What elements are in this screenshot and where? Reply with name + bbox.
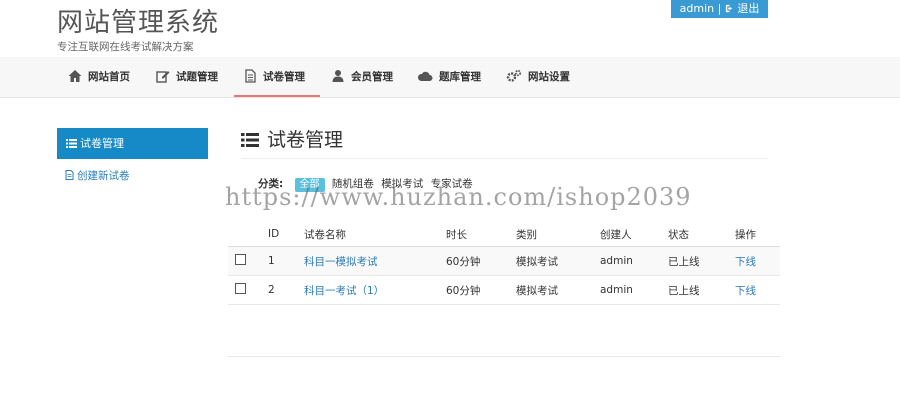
- paper-name-link[interactable]: 科目一模拟考试: [304, 256, 378, 268]
- nav-label: 会员管理: [351, 71, 393, 83]
- nav-label: 试题管理: [176, 71, 218, 83]
- col-type: 类别: [516, 222, 600, 247]
- site-subtitle: 专注互联网在线考试解决方案: [57, 41, 194, 53]
- row-checkbox[interactable]: [235, 254, 246, 265]
- papers-table: ID 试卷名称 时长 类别 创建人 状态 操作 1 科目一模拟考试 60分钟 模…: [228, 222, 780, 305]
- cell-duration: 60分钟: [446, 246, 516, 276]
- create-paper-link[interactable]: 创建新试卷: [65, 168, 130, 183]
- user-icon: [332, 70, 344, 82]
- cell-id: 1: [268, 246, 304, 276]
- nav-item-papers[interactable]: 试卷管理: [234, 57, 320, 97]
- list-icon: [241, 133, 259, 147]
- separator: |: [717, 2, 722, 15]
- logout-icon: [725, 4, 733, 13]
- divider: [228, 356, 780, 357]
- cell-duration: 60分钟: [446, 275, 516, 305]
- cell-type: 模拟考试: [516, 275, 600, 305]
- col-name: 试卷名称: [304, 222, 446, 247]
- sidebar-label: 试卷管理: [80, 137, 124, 150]
- col-creator: 创建人: [600, 222, 668, 247]
- table-header: ID 试卷名称 时长 类别 创建人 状态 操作: [228, 222, 780, 247]
- cell-status: 已上线: [668, 275, 735, 305]
- col-checkbox: [228, 222, 268, 247]
- cloud-icon: [417, 71, 433, 81]
- page-title: 试卷管理: [241, 125, 343, 152]
- nav-item-questions[interactable]: 试题管理: [156, 57, 218, 97]
- nav-label: 试卷管理: [263, 71, 305, 83]
- row-checkbox[interactable]: [235, 283, 246, 294]
- document-icon: [245, 69, 256, 83]
- nav-label: 网站首页: [88, 71, 130, 83]
- gears-icon: [506, 69, 522, 82]
- col-status: 状态: [668, 222, 735, 247]
- edit-icon: [156, 71, 170, 83]
- divider: [241, 158, 768, 159]
- logout-label: 退出: [737, 2, 760, 15]
- nav-item-question-bank[interactable]: 题库管理: [417, 57, 481, 97]
- col-action: 操作: [735, 222, 780, 247]
- table-row: 1 科目一模拟考试 60分钟 模拟考试 admin 已上线 下线: [228, 246, 780, 276]
- nav-item-members[interactable]: 会员管理: [331, 57, 393, 97]
- offline-link[interactable]: 下线: [735, 285, 756, 297]
- nav-item-settings[interactable]: 网站设置: [506, 57, 570, 97]
- nav-label: 网站设置: [528, 71, 570, 83]
- offline-link[interactable]: 下线: [735, 256, 756, 268]
- watermark: https://www.huzhan.com/ishop2039: [225, 183, 692, 211]
- file-icon: [65, 170, 74, 180]
- user-box: admin | 退出: [671, 0, 768, 18]
- list-icon: [66, 139, 77, 148]
- main-navbar: 网站首页 试题管理 试卷管理 会员管理 题库管理 网站设置: [0, 57, 900, 98]
- nav-item-home[interactable]: 网站首页: [68, 57, 130, 97]
- cell-type: 模拟考试: [516, 246, 600, 276]
- page-title-text: 试卷管理: [267, 129, 344, 151]
- paper-name-link[interactable]: 科目一考试（1）: [304, 285, 384, 297]
- create-paper-label: 创建新试卷: [77, 170, 130, 182]
- username-link[interactable]: admin: [680, 2, 714, 15]
- col-duration: 时长: [446, 222, 516, 247]
- home-icon: [68, 70, 82, 82]
- table-row: 2 科目一考试（1） 60分钟 模拟考试 admin 已上线 下线: [228, 275, 780, 305]
- col-id: ID: [268, 222, 304, 247]
- site-title: 网站管理系统: [57, 8, 220, 38]
- nav-label: 题库管理: [439, 71, 481, 83]
- cell-id: 2: [268, 275, 304, 305]
- cell-creator: admin: [600, 275, 668, 305]
- logout-button[interactable]: 退出: [725, 2, 760, 15]
- cell-status: 已上线: [668, 246, 735, 276]
- cell-creator: admin: [600, 246, 668, 276]
- sidebar-item-paper-management[interactable]: 试卷管理: [57, 128, 208, 159]
